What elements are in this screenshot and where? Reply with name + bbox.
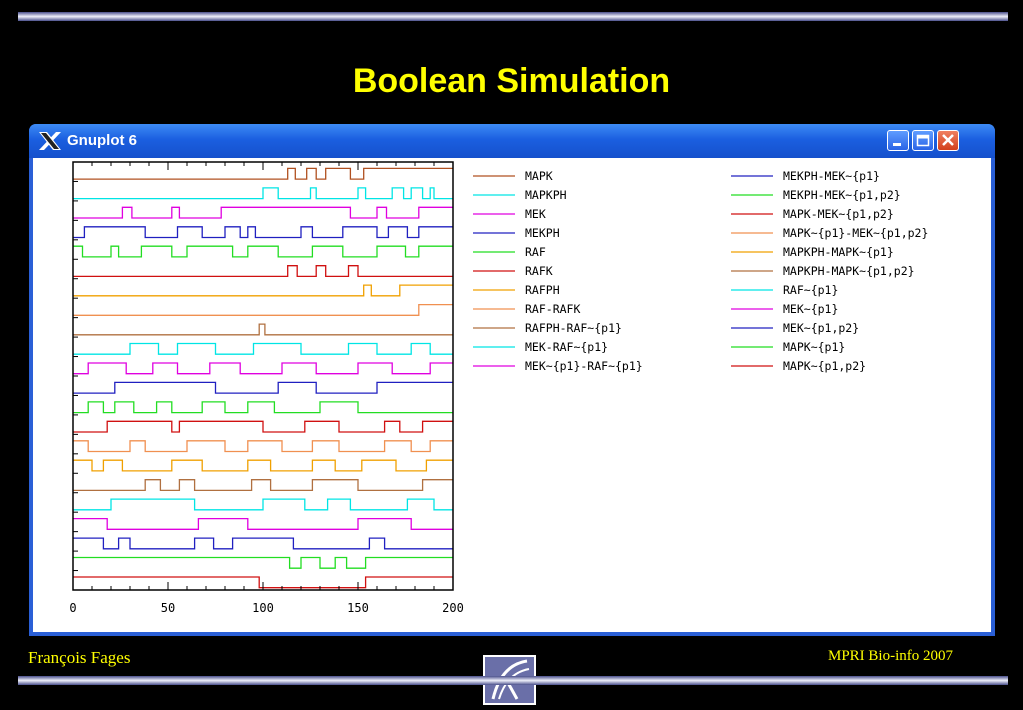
plot-area: 0 50 100 150 200 MAPK MAPKPH MEK MEKPH RAF RAFK RA… bbox=[33, 158, 991, 632]
series-line bbox=[73, 479, 453, 492]
maximize-button[interactable] bbox=[912, 130, 934, 151]
legend-label: RAF-RAFK bbox=[525, 302, 580, 316]
legend-label: MEK~{p1} bbox=[783, 302, 838, 316]
series-line bbox=[73, 167, 453, 180]
footer-author: François Fages bbox=[28, 648, 131, 667]
series-line bbox=[73, 206, 453, 219]
series-line bbox=[73, 498, 453, 511]
legend-label: RAFPH-RAF~{p1} bbox=[525, 321, 622, 335]
close-button[interactable] bbox=[937, 130, 959, 151]
series-line bbox=[73, 303, 453, 316]
legend-label: MAPKPH-MAPK~{p1,p2} bbox=[783, 264, 915, 278]
x-tick-label: 50 bbox=[161, 601, 175, 615]
legend-group: MAPK MAPKPH MEK MEKPH RAF RAFK RAFPH RAF-RAFK RA… bbox=[473, 169, 928, 373]
series-line bbox=[73, 284, 453, 297]
bottom-decorative-bar bbox=[18, 676, 1008, 685]
x-tick-label: 150 bbox=[347, 601, 369, 615]
x-tick-label: 100 bbox=[252, 601, 274, 615]
legend-label: MAPK~{p1,p2} bbox=[783, 359, 866, 373]
series-line bbox=[73, 401, 453, 414]
series-line bbox=[73, 226, 453, 239]
gnuplot-window: Gnuplot 6 0 50 100 150 200 MAPK MAPKPH MEK MEKP… bbox=[29, 124, 995, 636]
series-line bbox=[73, 265, 453, 278]
maximize-icon bbox=[916, 134, 930, 147]
minimize-button[interactable] bbox=[887, 130, 909, 151]
series-line bbox=[73, 342, 453, 355]
series-line bbox=[73, 537, 453, 550]
traces-group bbox=[73, 167, 453, 589]
x-tick-label: 200 bbox=[442, 601, 464, 615]
series-line bbox=[73, 362, 453, 375]
legend-label: MEK~{p1}-RAF~{p1} bbox=[525, 359, 643, 373]
series-line bbox=[73, 381, 453, 394]
legend-label: RAF~{p1} bbox=[783, 283, 838, 297]
legend-label: MAPK~{p1}-MEK~{p1,p2} bbox=[783, 226, 928, 240]
legend-label: MAPK-MEK~{p1,p2} bbox=[783, 207, 894, 221]
series-line bbox=[73, 556, 453, 569]
series-line bbox=[73, 420, 453, 433]
series-line bbox=[73, 440, 453, 453]
x-tick-label: 0 bbox=[69, 601, 76, 615]
legend-label: MEKPH-MEK~{p1,p2} bbox=[783, 188, 901, 202]
axes-group: 0 50 100 150 200 bbox=[69, 161, 464, 615]
x-window-icon bbox=[39, 132, 61, 150]
legend-label: MEK-RAF~{p1} bbox=[525, 340, 608, 354]
window-titlebar[interactable]: Gnuplot 6 bbox=[29, 124, 995, 158]
legend-label: MAPKPH bbox=[525, 188, 567, 202]
legend-label: MAPK bbox=[525, 169, 553, 183]
legend-label: MAPKPH-MAPK~{p1} bbox=[783, 245, 894, 259]
legend-label: MEK bbox=[525, 207, 546, 221]
top-decorative-bar bbox=[18, 12, 1008, 21]
series-line bbox=[73, 245, 453, 258]
window-title: Gnuplot 6 bbox=[67, 132, 137, 149]
series-line bbox=[73, 517, 453, 530]
legend-label: MEKPH bbox=[525, 226, 560, 240]
minimize-icon bbox=[893, 143, 901, 146]
boolean-simulation-chart: 0 50 100 150 200 MAPK MAPKPH MEK MEKPH RAF RAFK RA… bbox=[69, 161, 928, 615]
legend-label: RAF bbox=[525, 245, 546, 259]
legend-label: RAFK bbox=[525, 264, 553, 278]
legend-label: MEKPH-MEK~{p1} bbox=[783, 169, 880, 183]
close-icon bbox=[942, 134, 954, 146]
slide-title: Boolean Simulation bbox=[352, 62, 671, 100]
series-line bbox=[73, 459, 453, 472]
series-line bbox=[73, 323, 453, 336]
legend-label: RAFPH bbox=[525, 283, 560, 297]
legend-label: MAPK~{p1} bbox=[783, 340, 845, 354]
legend-label: MEK~{p1,p2} bbox=[783, 321, 859, 335]
footer-course: MPRI Bio-info 2007 bbox=[828, 648, 954, 664]
series-line bbox=[73, 187, 453, 200]
